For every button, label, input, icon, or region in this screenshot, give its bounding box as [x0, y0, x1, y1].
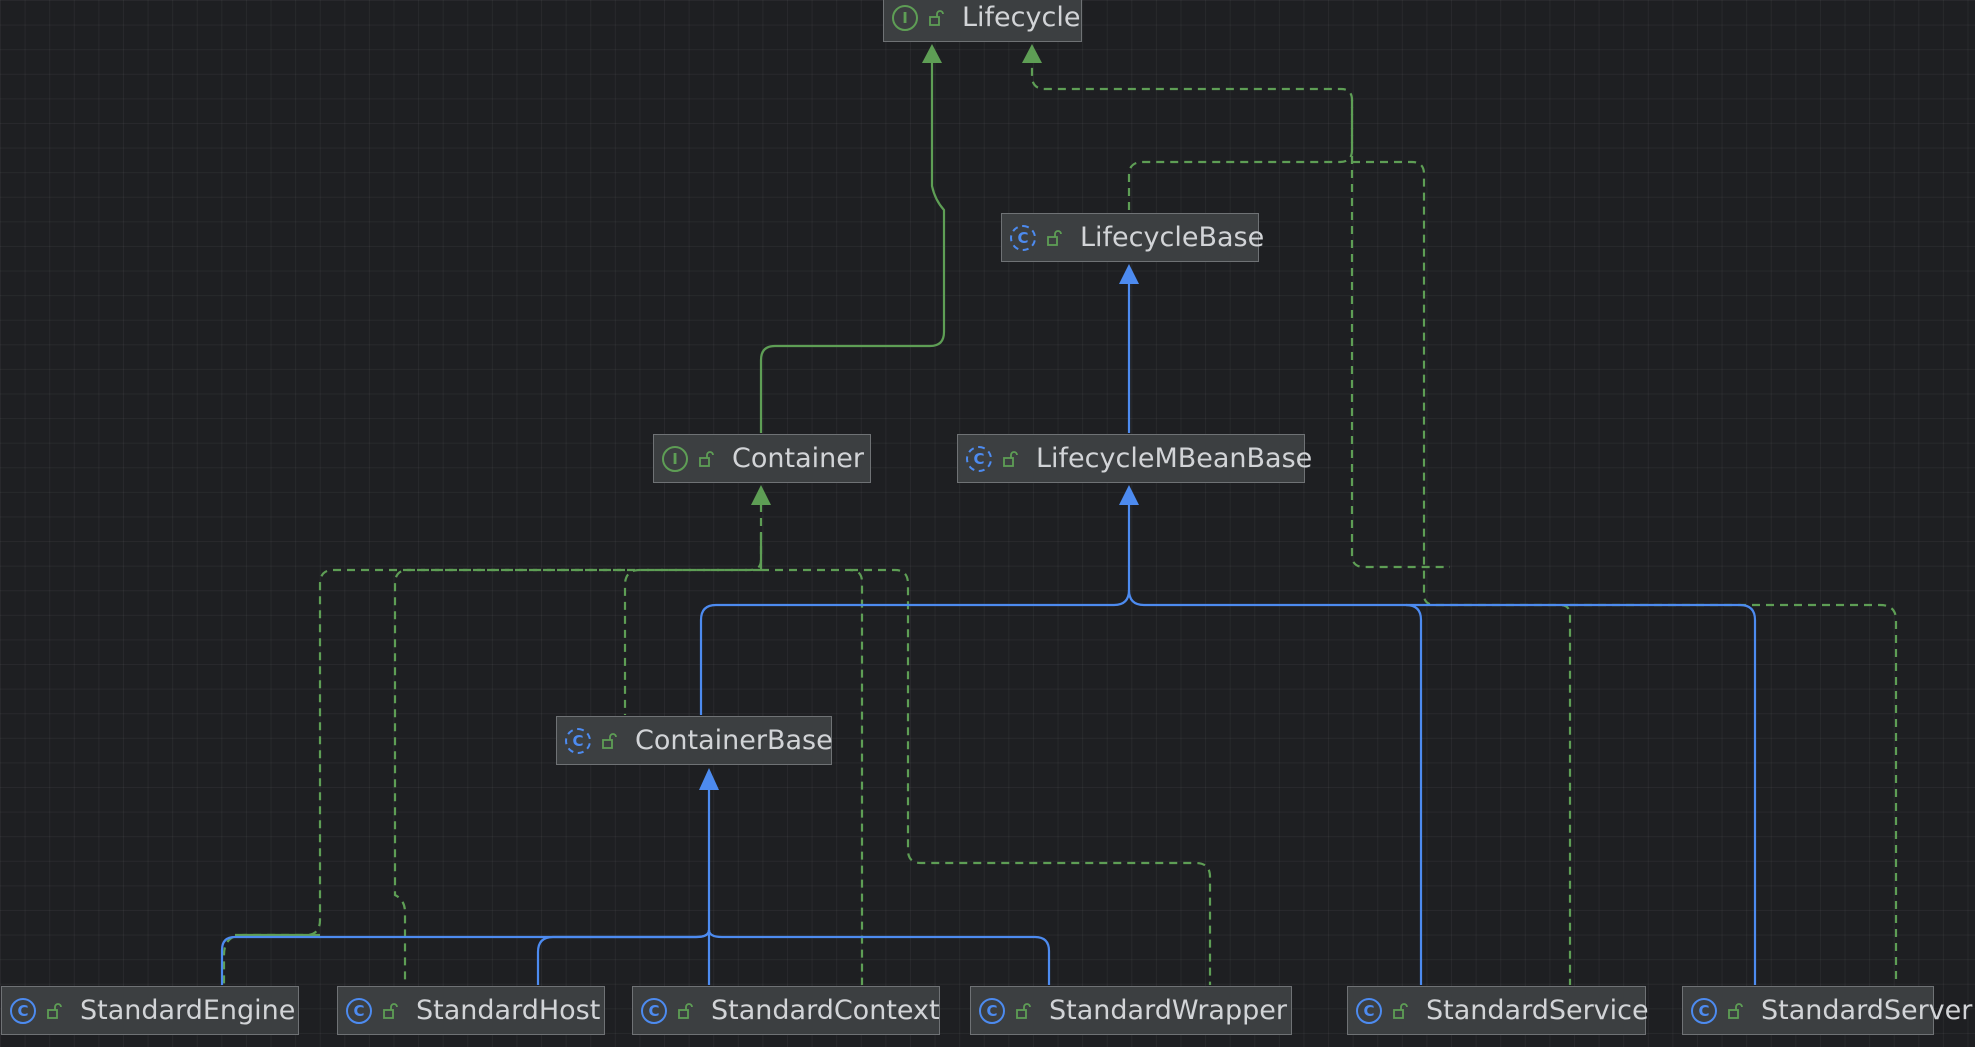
class-icon: C	[1356, 997, 1382, 1024]
interface-icon: I	[892, 4, 918, 31]
class-icon: C	[10, 997, 36, 1024]
node-label: StandardContext	[711, 995, 940, 1026]
arrowhead-lifecycle-right	[1022, 44, 1042, 63]
class-icon: C	[346, 997, 372, 1024]
public-visibility-icon	[929, 9, 944, 26]
public-visibility-icon	[47, 1002, 62, 1019]
node-container[interactable]: I Container	[653, 434, 871, 483]
arrowhead-lifecyclembeanbase	[1119, 485, 1139, 505]
node-label: StandardWrapper	[1049, 995, 1287, 1026]
node-label: LifecycleBase	[1080, 222, 1265, 253]
node-lifecyclebase[interactable]: C LifecycleBase	[1001, 213, 1264, 262]
public-visibility-icon	[1393, 1002, 1408, 1019]
edge-context-dashed	[761, 568, 864, 985]
edge-wrapper-to-containerbase	[707, 929, 1051, 985]
public-visibility-icon	[1016, 1002, 1031, 1019]
node-label: StandardServer	[1761, 995, 1973, 1026]
public-visibility-icon	[1047, 229, 1062, 246]
public-visibility-icon	[602, 732, 617, 749]
node-lifecyclembeanbase[interactable]: C LifecycleMBeanBase	[957, 434, 1312, 483]
edge-lifecycle-vertical-right	[1350, 100, 1450, 569]
class-icon: C	[641, 997, 667, 1024]
abstract-class-icon: C	[565, 727, 591, 754]
edge-engine-dashed	[222, 568, 761, 985]
public-visibility-icon	[1728, 1002, 1743, 1019]
arrowhead-container	[751, 485, 771, 505]
arrowhead-lifecycle-left	[922, 44, 942, 63]
edge-wrapper-dashed	[850, 568, 1212, 985]
edge-engine-to-containerbase	[220, 929, 711, 985]
node-label: StandardService	[1426, 995, 1649, 1026]
node-label: StandardEngine	[80, 995, 296, 1026]
arrowhead-lifecyclebase	[1119, 264, 1139, 284]
edge-host-to-containerbase	[536, 929, 711, 985]
node-label: StandardHost	[416, 995, 601, 1026]
edge-host-dashed	[393, 568, 625, 985]
node-standardhost[interactable]: C StandardHost	[337, 986, 605, 1035]
edge-container-to-lifecycle	[759, 60, 946, 433]
node-standardengine[interactable]: C StandardEngine	[1, 986, 299, 1035]
relationship-edges	[220, 44, 1898, 985]
node-label: ContainerBase	[635, 725, 833, 756]
arrowhead-containerbase	[699, 768, 719, 790]
edge-container-branch	[623, 490, 763, 715]
edge-containerbase-to-lifecyclembeanbase	[699, 500, 1131, 715]
edge-server-to-lifecyclembeanbase	[1406, 603, 1757, 985]
class-icon: C	[1691, 997, 1717, 1024]
node-label: Container	[732, 443, 864, 474]
edge-service-to-lifecyclembeanbase	[1127, 589, 1423, 985]
edge-lifecyclebase-to-lifecycle	[1030, 60, 1354, 210]
abstract-class-icon: C	[1010, 224, 1036, 251]
interface-icon: I	[662, 445, 688, 472]
public-visibility-icon	[1003, 450, 1018, 467]
node-label: Lifecycle	[962, 2, 1081, 33]
node-standardservice[interactable]: C StandardService	[1347, 986, 1649, 1035]
node-standardcontext[interactable]: C StandardContext	[632, 986, 940, 1035]
public-visibility-icon	[678, 1002, 693, 1019]
abstract-class-icon: C	[966, 445, 992, 472]
node-containerbase[interactable]: C ContainerBase	[556, 716, 833, 765]
edge-standardserver-dashed	[1570, 603, 1898, 985]
node-label: LifecycleMBeanBase	[1036, 443, 1313, 474]
public-visibility-icon	[699, 450, 714, 467]
node-lifecycle[interactable]: I Lifecycle	[883, 0, 1082, 42]
class-icon: C	[979, 997, 1005, 1024]
node-standardwrapper[interactable]: C StandardWrapper	[970, 986, 1292, 1035]
edge-dashed-right-loop	[1352, 160, 1572, 985]
node-standardserver[interactable]: C StandardServer	[1682, 986, 1972, 1035]
public-visibility-icon	[383, 1002, 398, 1019]
